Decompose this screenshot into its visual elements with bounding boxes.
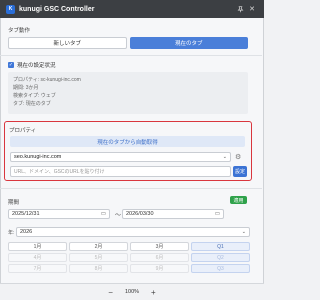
start-date-input[interactable]: 2025/12/31 ▭ (8, 209, 110, 219)
quarter-button[interactable]: Q2 (191, 253, 250, 262)
quarter-button[interactable]: Q3 (191, 264, 250, 273)
calendar-icon[interactable]: ▭ (215, 211, 220, 217)
month-button[interactable]: 7月 (8, 264, 67, 273)
auto-fetch-button[interactable]: 現在のタブから自動取得 (10, 136, 245, 147)
url-input[interactable]: URL、ドメイン、GSCのURLを貼り付け (10, 166, 231, 177)
year-select[interactable]: 2026 ⌄ (16, 227, 250, 237)
set-button[interactable]: 設定 (233, 166, 247, 177)
property-select-value: seo.kunugi-inc.com (14, 154, 62, 160)
window-titlebar: K kunugi GSC Controller ✕ (0, 0, 264, 18)
settings-line-search-type: 検索タイプ: ウェブ (13, 93, 56, 99)
zoom-out-button[interactable]: − (108, 288, 113, 297)
year-label: 年: (8, 230, 15, 236)
gear-icon[interactable]: ⚙ (235, 153, 241, 161)
window-title: kunugi GSC Controller (19, 5, 95, 13)
settings-summary: プロパティ: sc-kunugi-inc.com 期間: 3か月 検索タイプ: … (8, 72, 248, 114)
quarter-button[interactable]: Q1 (191, 242, 250, 251)
zoom-in-button[interactable]: + (151, 288, 156, 297)
month-button[interactable]: 4月 (8, 253, 67, 262)
month-button[interactable]: 2月 (69, 242, 128, 251)
period-label: 期間 (8, 200, 20, 206)
pin-icon[interactable] (234, 3, 246, 15)
month-button[interactable]: 3月 (130, 242, 189, 251)
settings-line-property: プロパティ: sc-kunugi-inc.com (13, 77, 81, 83)
chevron-down-icon: ⌄ (222, 154, 227, 160)
chevron-down-icon: ⌄ (241, 229, 246, 235)
calendar-icon[interactable]: ▭ (101, 211, 106, 217)
month-grid: 1月 2月 3月 Q1 4月 5月 6月 Q2 7月 8月 9月 Q3 (8, 242, 250, 273)
property-select[interactable]: seo.kunugi-inc.com ⌄ (10, 152, 231, 162)
month-button[interactable]: 9月 (130, 264, 189, 273)
start-date-value: 2025/12/31 (12, 211, 40, 217)
current-tab-button[interactable]: 現在のタブ (129, 37, 248, 49)
zoom-level: 100% (124, 289, 140, 295)
zoom-bar: − 100% + (0, 283, 264, 300)
end-date-value: 2026/03/30 (126, 211, 154, 217)
settings-checkbox[interactable]: ✓ (8, 62, 14, 68)
tab-mode-toggle: 新しいタブ 現在のタブ (8, 37, 248, 49)
apply-button[interactable]: 適用 (230, 196, 247, 204)
settings-toggle[interactable]: ✓ 現在の設定状況 (8, 61, 56, 69)
app-icon: K (6, 4, 15, 14)
tab-mode-label: タブ動作 (8, 28, 31, 34)
divider (0, 55, 262, 56)
settings-checkbox-label: 現在の設定状況 (17, 63, 56, 69)
divider (0, 188, 262, 189)
month-button[interactable]: 8月 (69, 264, 128, 273)
close-icon[interactable]: ✕ (246, 3, 258, 15)
month-button[interactable]: 1月 (8, 242, 67, 251)
month-button[interactable]: 6月 (130, 253, 189, 262)
property-section: プロパティ 現在のタブから自動取得 seo.kunugi-inc.com ⌄ ⚙… (4, 121, 252, 181)
property-label: プロパティ (9, 128, 37, 134)
new-tab-button[interactable]: 新しいタブ (8, 37, 127, 49)
end-date-input[interactable]: 2026/03/30 ▭ (122, 209, 224, 219)
settings-line-period: 期間: 3か月 (13, 85, 39, 91)
settings-line-tab: タブ: 現在のタブ (13, 101, 51, 107)
date-separator: 〜 (115, 213, 122, 219)
month-button[interactable]: 5月 (69, 253, 128, 262)
year-select-value: 2026 (20, 229, 33, 235)
